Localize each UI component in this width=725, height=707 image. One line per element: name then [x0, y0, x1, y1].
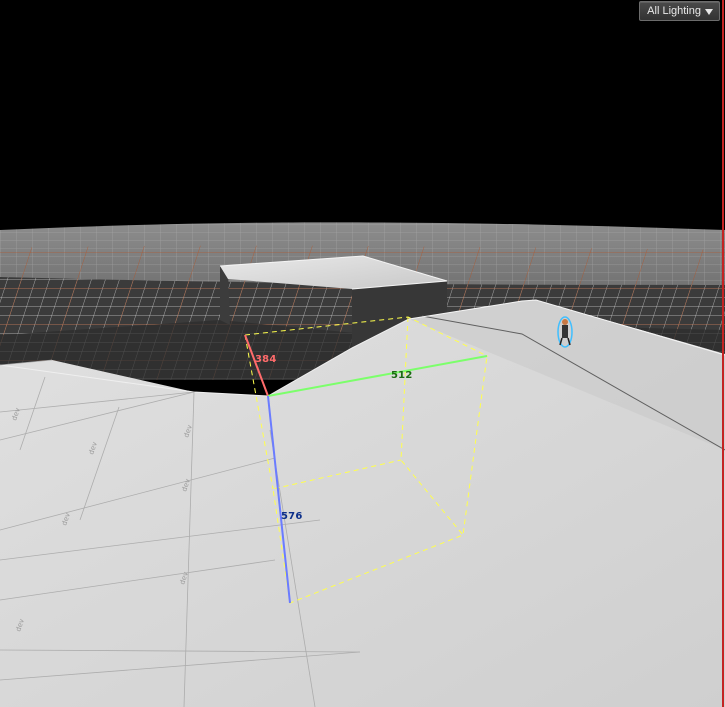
3d-scene[interactable]: dev dev dev dev dev dev dev 384 512 576 — [0, 0, 725, 707]
z-measure-label: 576 — [281, 511, 302, 522]
x-measure-label: 384 — [255, 354, 276, 365]
chevron-down-icon — [705, 9, 713, 15]
view-mode-label: All Lighting — [647, 5, 701, 17]
level-editor-viewport[interactable]: dev dev dev dev dev dev dev 384 512 576 — [0, 0, 725, 707]
y-measure-label: 512 — [391, 370, 412, 381]
viewport-active-border — [722, 0, 724, 707]
view-mode-dropdown[interactable]: All Lighting — [639, 1, 720, 21]
